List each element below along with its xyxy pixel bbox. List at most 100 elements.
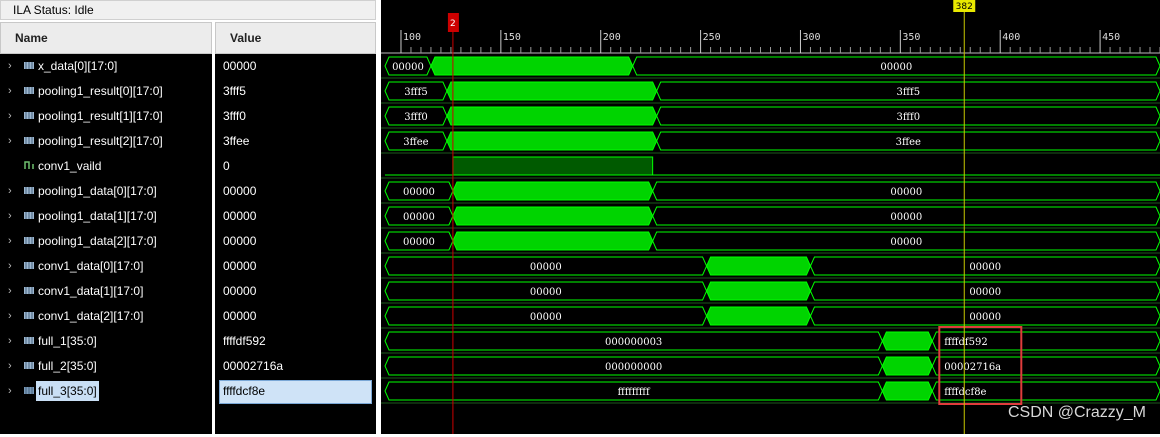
bit-signal-icon [24, 161, 34, 169]
signal-name: pooling1_result[0][17:0] [38, 84, 163, 98]
expand-chevron-icon[interactable]: › [8, 205, 20, 227]
bus-segment-label: 000000000 [605, 362, 662, 373]
bus-segment-label: 00000 [530, 312, 562, 323]
signal-value: 3fff5 [223, 84, 246, 98]
ruler-tick-label: 400 [1002, 32, 1020, 43]
signal-value: 3ffee [223, 134, 250, 148]
bus-active-segment [446, 81, 658, 101]
ruler-tick-label: 300 [802, 32, 820, 43]
signal-name: pooling1_result[1][17:0] [38, 109, 163, 123]
signal-row[interactable]: › full_1[35:0] [0, 330, 212, 352]
signal-value: 00002716a [223, 359, 284, 373]
signal-value-row[interactable]: 00000 [215, 280, 376, 302]
signal-row[interactable]: conv1_vaild [0, 155, 212, 177]
expand-chevron-icon[interactable]: › [8, 330, 20, 352]
expand-chevron-icon[interactable]: › [8, 180, 20, 202]
bus-segment-label: 00000 [890, 237, 922, 248]
signal-value-row[interactable]: 00002716a [215, 355, 376, 377]
signal-value-row[interactable]: 00000 [215, 305, 376, 327]
trigger-marker-label: 2 [450, 19, 456, 29]
expand-chevron-icon[interactable]: › [8, 380, 20, 402]
bus-segment-label: 000000003 [605, 337, 662, 348]
signal-row[interactable]: › pooling1_result[2][17:0] [0, 130, 212, 152]
signal-name-panel[interactable]: Name › x_data[0][17:0] › pooling1_result[0]… [0, 22, 212, 434]
signal-value-row[interactable]: ffffdf592 [215, 330, 376, 352]
signal-value-row[interactable]: 00000 [215, 55, 376, 77]
bus-active-segment [881, 356, 933, 376]
bus-active-segment [452, 206, 654, 226]
bus-segment-label: 00000 [969, 312, 1001, 323]
signal-value: ffffdf592 [223, 334, 266, 348]
bus-segment-label: 3fff5 [897, 87, 921, 98]
signal-name: conv1_data[2][17:0] [38, 309, 144, 323]
expand-chevron-icon[interactable]: › [8, 130, 20, 152]
signal-row[interactable]: › full_3[35:0] [0, 380, 212, 402]
bus-signal-icon [24, 262, 34, 269]
expand-chevron-icon[interactable]: › [8, 55, 20, 77]
bus-active-segment [446, 131, 658, 151]
expand-chevron-icon[interactable]: › [8, 80, 20, 102]
expand-chevron-icon[interactable]: › [8, 255, 20, 277]
signal-value-row[interactable]: 3fff5 [215, 80, 376, 102]
bus-signal-icon [24, 112, 34, 119]
signal-value-row[interactable]: 00000 [215, 205, 376, 227]
signal-row[interactable]: › pooling1_data[2][17:0] [0, 230, 212, 252]
bus-segment-label: 00000 [890, 212, 922, 223]
name-column-header[interactable]: Name [0, 22, 212, 54]
expand-chevron-icon[interactable]: › [8, 305, 20, 327]
ruler-tick-label: 250 [703, 32, 721, 43]
signal-row[interactable]: › x_data[0][17:0] [0, 55, 212, 77]
signal-value-row[interactable]: 0 [215, 155, 376, 177]
signal-value: 0 [223, 159, 230, 173]
expand-chevron-icon[interactable]: › [8, 280, 20, 302]
waveform-viewer[interactable]: 100 150 200 250 300 350 400 450 00000 00000 3fff5 3… [381, 0, 1160, 434]
ruler-tick-label: 100 [403, 32, 421, 43]
signal-name: conv1_data[1][17:0] [38, 284, 144, 298]
bus-signal-icon [24, 387, 34, 394]
bus-active-segment [452, 231, 654, 251]
signal-value: 3fff0 [223, 109, 246, 123]
ruler-tick-label: 150 [503, 32, 521, 43]
signal-value-row[interactable]: ffffdcf8e [215, 380, 376, 404]
signal-value-row[interactable]: 3fff0 [215, 105, 376, 127]
signal-value-row[interactable]: 00000 [215, 180, 376, 202]
bus-segment-label: 00000 [403, 212, 435, 223]
signal-row[interactable]: › pooling1_result[0][17:0] [0, 80, 212, 102]
bus-segment-label: 3fff5 [404, 87, 428, 98]
bus-segment-label: 00000 [403, 187, 435, 198]
bus-active-segment [881, 331, 933, 351]
expand-chevron-icon[interactable]: › [8, 230, 20, 252]
bus-segment-label: 00002716a [944, 362, 1001, 373]
signal-value-panel[interactable]: Value 00000 3fff5 3fff0 3ffee 0 00000 00000 000… [215, 22, 376, 434]
waveform-canvas[interactable]: 100 150 200 250 300 350 400 450 00000 00000 3fff5 3… [381, 0, 1160, 434]
bus-signal-icon [24, 237, 34, 244]
signal-row[interactable]: › conv1_data[1][17:0] [0, 280, 212, 302]
watermark: CSDN @Crazzy_M [1007, 404, 1146, 421]
bus-signal-icon [24, 212, 34, 219]
signal-value-row[interactable]: 3ffee [215, 130, 376, 152]
signal-value-row[interactable]: 00000 [215, 230, 376, 252]
bus-active-segment [446, 106, 658, 126]
signal-row[interactable]: › conv1_data[0][17:0] [0, 255, 212, 277]
signal-name: conv1_vaild [38, 159, 102, 173]
signal-row[interactable]: › conv1_data[2][17:0] [0, 305, 212, 327]
bus-signal-icon [24, 187, 34, 194]
signal-row[interactable]: › pooling1_data[0][17:0] [0, 180, 212, 202]
signal-row[interactable]: › pooling1_result[1][17:0] [0, 105, 212, 127]
ruler-tick-label: 350 [902, 32, 920, 43]
bus-active-segment [452, 181, 654, 201]
value-column-header[interactable]: Value [215, 22, 376, 54]
signal-name: full_2[35:0] [38, 359, 97, 373]
expand-chevron-icon[interactable]: › [8, 355, 20, 377]
bus-signal-icon [24, 137, 34, 144]
expand-chevron-icon[interactable]: › [8, 105, 20, 127]
bus-signal-icon [24, 62, 34, 69]
signal-name: x_data[0][17:0] [38, 59, 118, 73]
signal-row[interactable]: › full_2[35:0] [0, 355, 212, 377]
bus-segment-label: fffffffff [618, 387, 651, 398]
bus-signal-icon [24, 87, 34, 94]
signal-row[interactable]: › pooling1_data[1][17:0] [0, 205, 212, 227]
bus-segment-label: 00000 [530, 287, 562, 298]
signal-name: pooling1_data[1][17:0] [38, 209, 157, 223]
signal-value-row[interactable]: 00000 [215, 255, 376, 277]
